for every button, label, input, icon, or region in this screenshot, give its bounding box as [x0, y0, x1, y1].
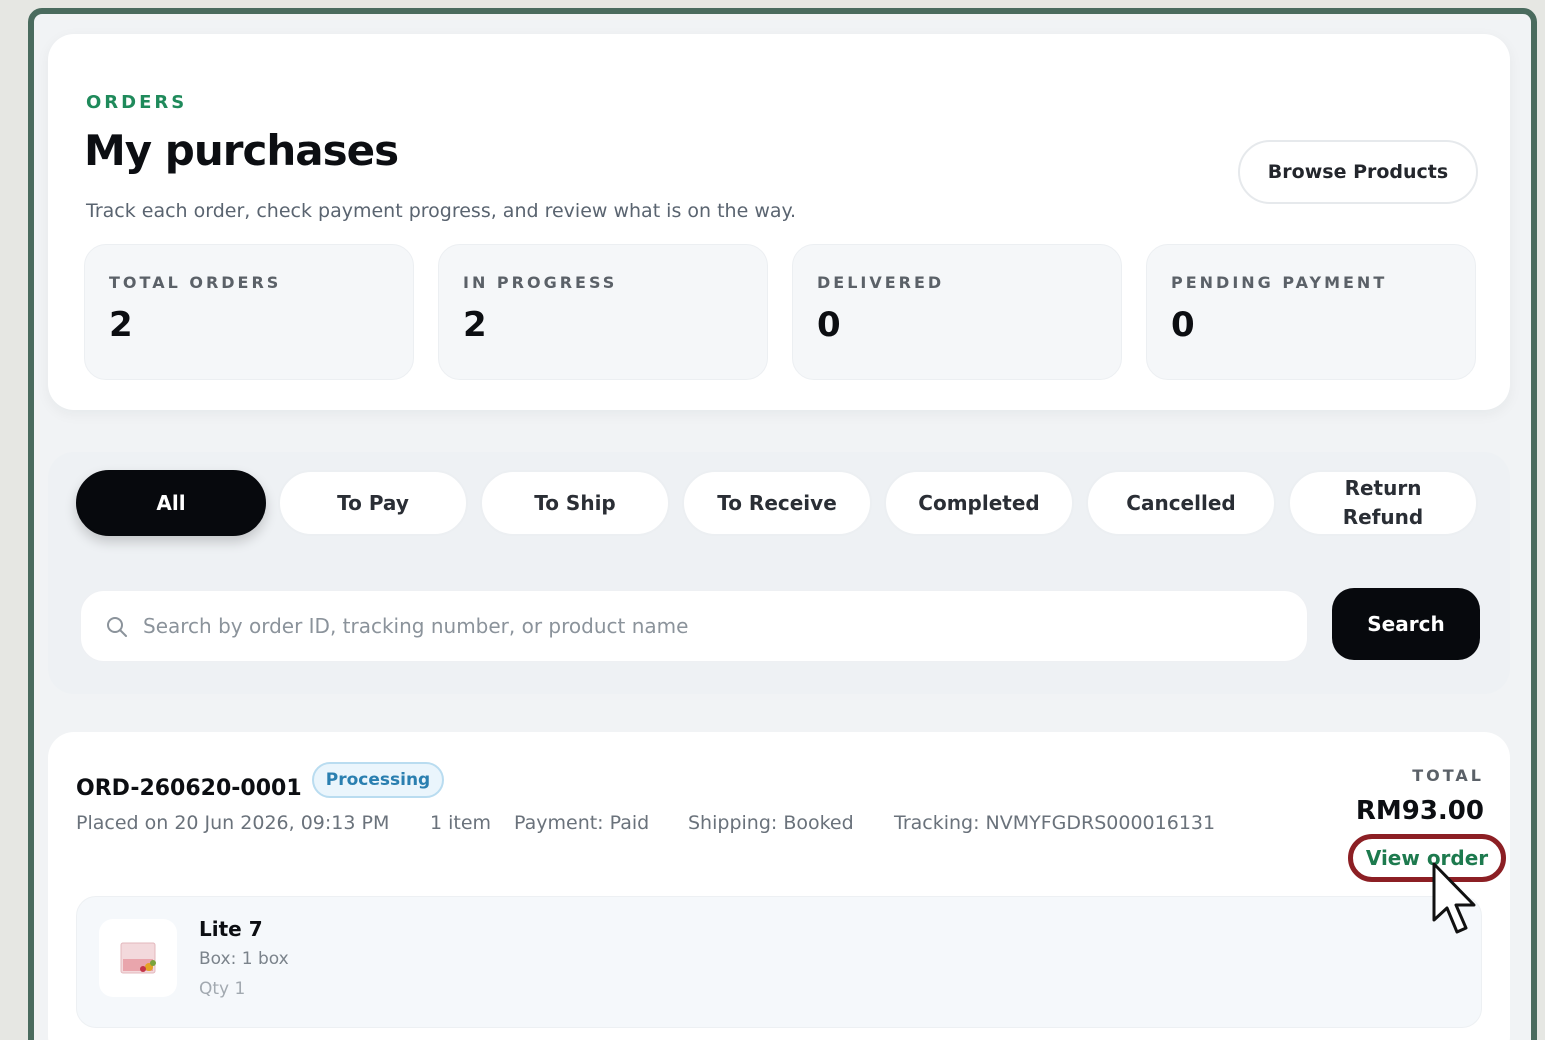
stat-value: 2 [463, 305, 487, 345]
search-placeholder: Search by order ID, tracking number, or … [143, 614, 689, 638]
stat-delivered: DELIVERED 0 [792, 244, 1122, 380]
product-image-icon [120, 942, 156, 974]
order-shipping-status: Shipping: Booked [688, 812, 854, 834]
page-title: My purchases [84, 126, 399, 175]
stat-value: 2 [109, 305, 133, 345]
tab-cancelled[interactable]: Cancelled [1086, 470, 1276, 536]
order-item-count: 1 item [430, 812, 492, 834]
tab-to-ship[interactable]: To Ship [480, 470, 670, 536]
order-id: ORD-260620-0001 [76, 776, 302, 801]
total-label: TOTAL [1412, 766, 1484, 785]
header-card: ORDERS My purchases Track each order, ch… [48, 34, 1510, 410]
page-subtitle: Track each order, check payment progress… [86, 200, 797, 222]
browse-products-button[interactable]: Browse Products [1238, 140, 1478, 204]
tab-label: Return Refund [1342, 476, 1424, 529]
filter-panel: All To Pay To Ship To Receive Completed … [48, 452, 1510, 694]
product-name: Lite 7 [199, 917, 263, 941]
stat-label: TOTAL ORDERS [109, 273, 282, 292]
app-frame: ORDERS My purchases Track each order, ch… [28, 8, 1537, 1040]
view-order-button[interactable]: View order [1348, 834, 1506, 882]
order-placed-date: Placed on 20 Jun 2026, 09:13 PM [76, 812, 390, 834]
search-input[interactable]: Search by order ID, tracking number, or … [80, 590, 1308, 662]
status-badge: Processing [312, 762, 444, 798]
order-card: ORD-260620-0001 Processing Placed on 20 … [48, 732, 1510, 1040]
order-payment-status: Payment: Paid [514, 812, 650, 834]
stat-label: PENDING PAYMENT [1171, 273, 1388, 292]
product-thumbnail [99, 919, 177, 997]
mouse-pointer-icon [1432, 862, 1476, 934]
tab-to-receive[interactable]: To Receive [682, 470, 872, 536]
total-value: RM93.00 [1355, 796, 1484, 826]
stat-pending-payment: PENDING PAYMENT 0 [1146, 244, 1476, 380]
search-icon [107, 617, 127, 637]
order-tracking-number: Tracking: NVMYFGDRS000016131 [894, 812, 1216, 834]
search-button[interactable]: Search [1332, 588, 1480, 660]
stat-label: DELIVERED [817, 273, 945, 292]
tab-return-refund[interactable]: Return Refund [1288, 470, 1478, 536]
stat-value: 0 [817, 305, 841, 345]
stat-label: IN PROGRESS [463, 273, 618, 292]
tab-completed[interactable]: Completed [884, 470, 1074, 536]
product-variant: Box: 1 box [199, 949, 289, 969]
stat-total-orders: TOTAL ORDERS 2 [84, 244, 414, 380]
stat-value: 0 [1171, 305, 1195, 345]
product-quantity: Qty 1 [199, 979, 246, 999]
tab-all[interactable]: All [76, 470, 266, 536]
stat-in-progress: IN PROGRESS 2 [438, 244, 768, 380]
section-eyebrow: ORDERS [86, 92, 188, 113]
order-item: Lite 7 Box: 1 box Qty 1 [76, 896, 1482, 1028]
tab-to-pay[interactable]: To Pay [278, 470, 468, 536]
